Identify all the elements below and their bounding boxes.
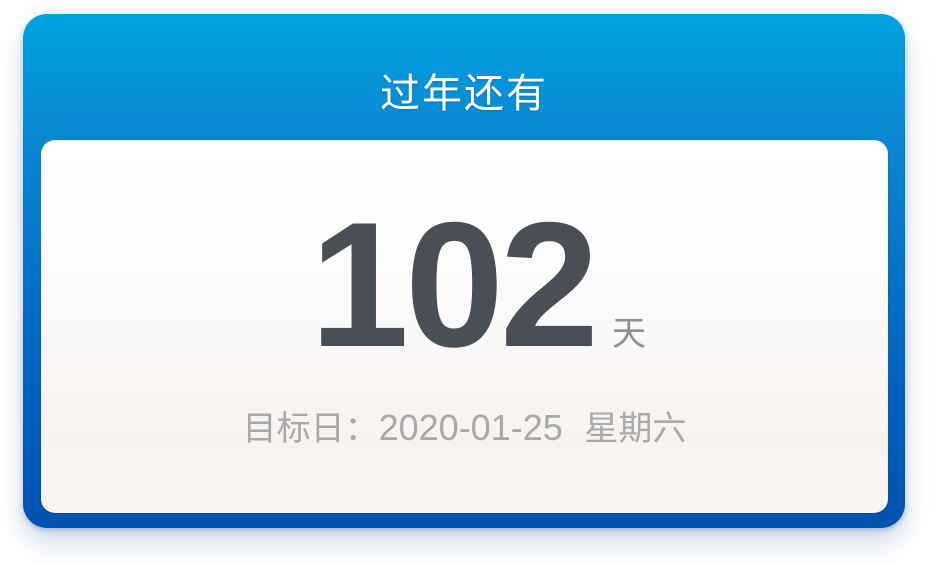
target-date-value: 2020-01-25 [378,407,563,448]
days-remaining-count: 102 [310,185,599,384]
days-unit-label: 天 [612,314,646,354]
widget-title: 过年还有 [380,71,548,117]
target-date-label: 目标日： [242,409,379,449]
target-weekday: 星期六 [584,409,687,449]
date-weekday-spacer [563,409,585,449]
target-date-line: 目标日：2020-01-25 星期六 [0,400,929,456]
